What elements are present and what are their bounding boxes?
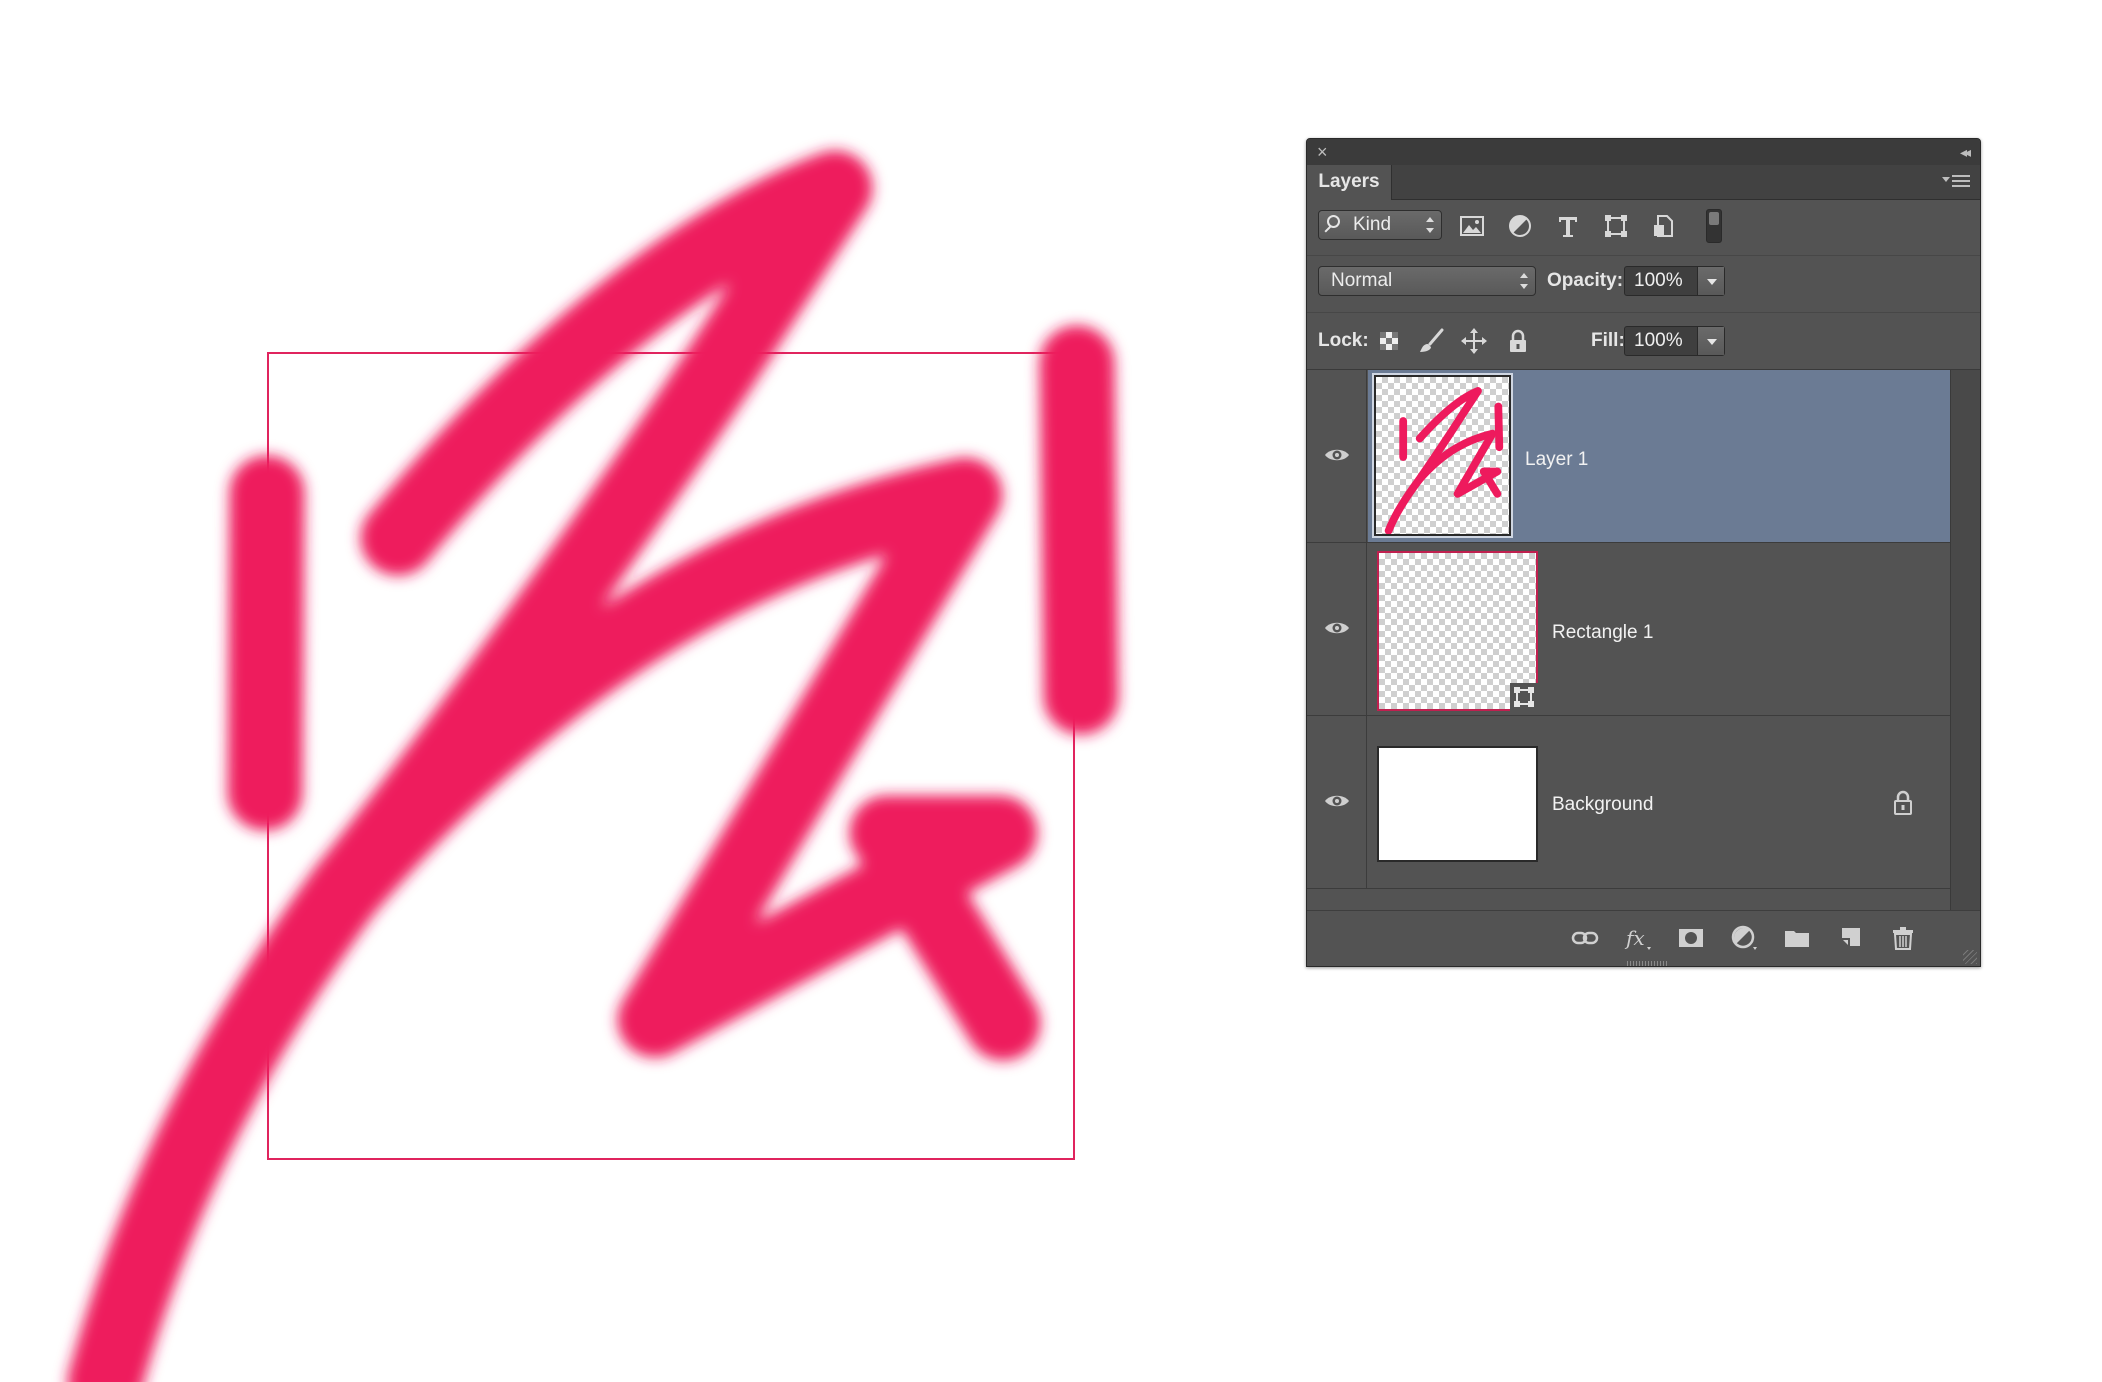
filter-row: Kind bbox=[1307, 200, 1980, 256]
filter-type-icon[interactable] bbox=[1554, 212, 1582, 240]
layers-panel: × ◂◂ Layers Kind Normal Opacity: 100% Lo… bbox=[1306, 138, 1981, 967]
layers-scrollbar[interactable] bbox=[1950, 370, 1980, 910]
fill-dropdown-arrow-icon[interactable] bbox=[1697, 327, 1724, 355]
panel-resize-grip[interactable] bbox=[1627, 961, 1667, 966]
resize-corner-handle[interactable] bbox=[1963, 950, 1977, 964]
lock-position-move-icon[interactable] bbox=[1460, 327, 1488, 355]
blend-row: Normal Opacity: 100% bbox=[1307, 256, 1980, 313]
opacity-dropdown-arrow-icon[interactable] bbox=[1697, 267, 1724, 295]
fx-icon[interactable]: fx bbox=[1623, 923, 1653, 953]
panel-menu-icon[interactable] bbox=[1942, 171, 1970, 191]
spinner-arrows-icon bbox=[1520, 273, 1528, 289]
filter-pixel-icon[interactable] bbox=[1458, 212, 1486, 240]
lock-transparent-pixels-icon[interactable] bbox=[1375, 327, 1403, 355]
trash-icon[interactable] bbox=[1888, 923, 1918, 953]
blend-mode-dropdown[interactable]: Normal bbox=[1318, 266, 1536, 296]
adjustment-icon[interactable] bbox=[1729, 923, 1759, 953]
layer-row-background[interactable]: Background bbox=[1307, 716, 1950, 889]
layer-row-rectangle-1[interactable]: Rectangle 1 bbox=[1307, 543, 1950, 716]
search-icon bbox=[1327, 215, 1340, 228]
filter-kind-label: Kind bbox=[1353, 214, 1392, 235]
visibility-column bbox=[1307, 543, 1367, 715]
shape-layer-badge-icon bbox=[1510, 683, 1538, 711]
brush-strokes bbox=[67, 150, 1119, 1382]
opacity-field[interactable]: 100% bbox=[1624, 266, 1725, 296]
fill-value: 100% bbox=[1634, 330, 1683, 351]
canvas-artwork bbox=[67, 150, 1119, 1382]
lock-row: Lock: Fill: 100% bbox=[1307, 313, 1980, 370]
stroke-mid-loop bbox=[307, 457, 1038, 1058]
tab-layers[interactable]: Layers bbox=[1307, 165, 1392, 200]
fill-label: Fill: bbox=[1591, 330, 1625, 351]
lock-all-icon[interactable] bbox=[1504, 327, 1532, 355]
blend-mode-value: Normal bbox=[1331, 270, 1393, 291]
svg-text:fx: fx bbox=[1624, 926, 1645, 950]
filter-shape-icon[interactable] bbox=[1602, 212, 1630, 240]
lock-label: Lock: bbox=[1318, 330, 1369, 351]
filter-smart-object-icon[interactable] bbox=[1650, 212, 1678, 240]
eye-icon[interactable] bbox=[1324, 447, 1350, 463]
folder-icon[interactable] bbox=[1782, 923, 1812, 953]
mask-icon[interactable] bbox=[1676, 923, 1706, 953]
collapse-icon[interactable]: ◂◂ bbox=[1960, 141, 1971, 163]
layer-name[interactable]: Layer 1 bbox=[1525, 449, 1588, 471]
new-layer-icon[interactable] bbox=[1835, 923, 1865, 953]
spinner-arrows-icon bbox=[1426, 217, 1434, 233]
layer-1-thumbnail bbox=[1372, 373, 1513, 538]
eye-icon[interactable] bbox=[1324, 620, 1350, 636]
panel-tab-row: Layers bbox=[1307, 165, 1980, 200]
opacity-value: 100% bbox=[1634, 270, 1683, 291]
link-icon[interactable] bbox=[1570, 923, 1600, 953]
background-thumbnail bbox=[1377, 746, 1538, 862]
layers-bottom-toolbar: fx bbox=[1307, 910, 1980, 966]
stroke-right-bar bbox=[1039, 325, 1119, 735]
layer-name[interactable]: Rectangle 1 bbox=[1552, 622, 1653, 644]
layer-row-layer-1[interactable]: Layer 1 bbox=[1307, 370, 1950, 543]
visibility-column bbox=[1307, 716, 1367, 888]
filter-toggle-switch[interactable] bbox=[1706, 209, 1722, 243]
layer-name[interactable]: Background bbox=[1552, 794, 1653, 816]
eye-icon[interactable] bbox=[1324, 793, 1350, 809]
lock-image-pixels-brush-icon[interactable] bbox=[1417, 327, 1445, 355]
filter-kind-dropdown[interactable]: Kind bbox=[1318, 210, 1442, 240]
lock-icon bbox=[1894, 790, 1912, 815]
opacity-label: Opacity: bbox=[1547, 270, 1624, 291]
filter-adjustment-icon[interactable] bbox=[1506, 212, 1534, 240]
panel-titlebar: × ◂◂ bbox=[1307, 139, 1980, 166]
fill-field[interactable]: 100% bbox=[1624, 326, 1725, 356]
stroke-left-bar bbox=[227, 455, 305, 831]
close-icon[interactable]: × bbox=[1317, 141, 1328, 163]
layers-list: Layer 1 Rectangle 1 Background bbox=[1307, 370, 1950, 910]
visibility-column bbox=[1307, 370, 1367, 542]
